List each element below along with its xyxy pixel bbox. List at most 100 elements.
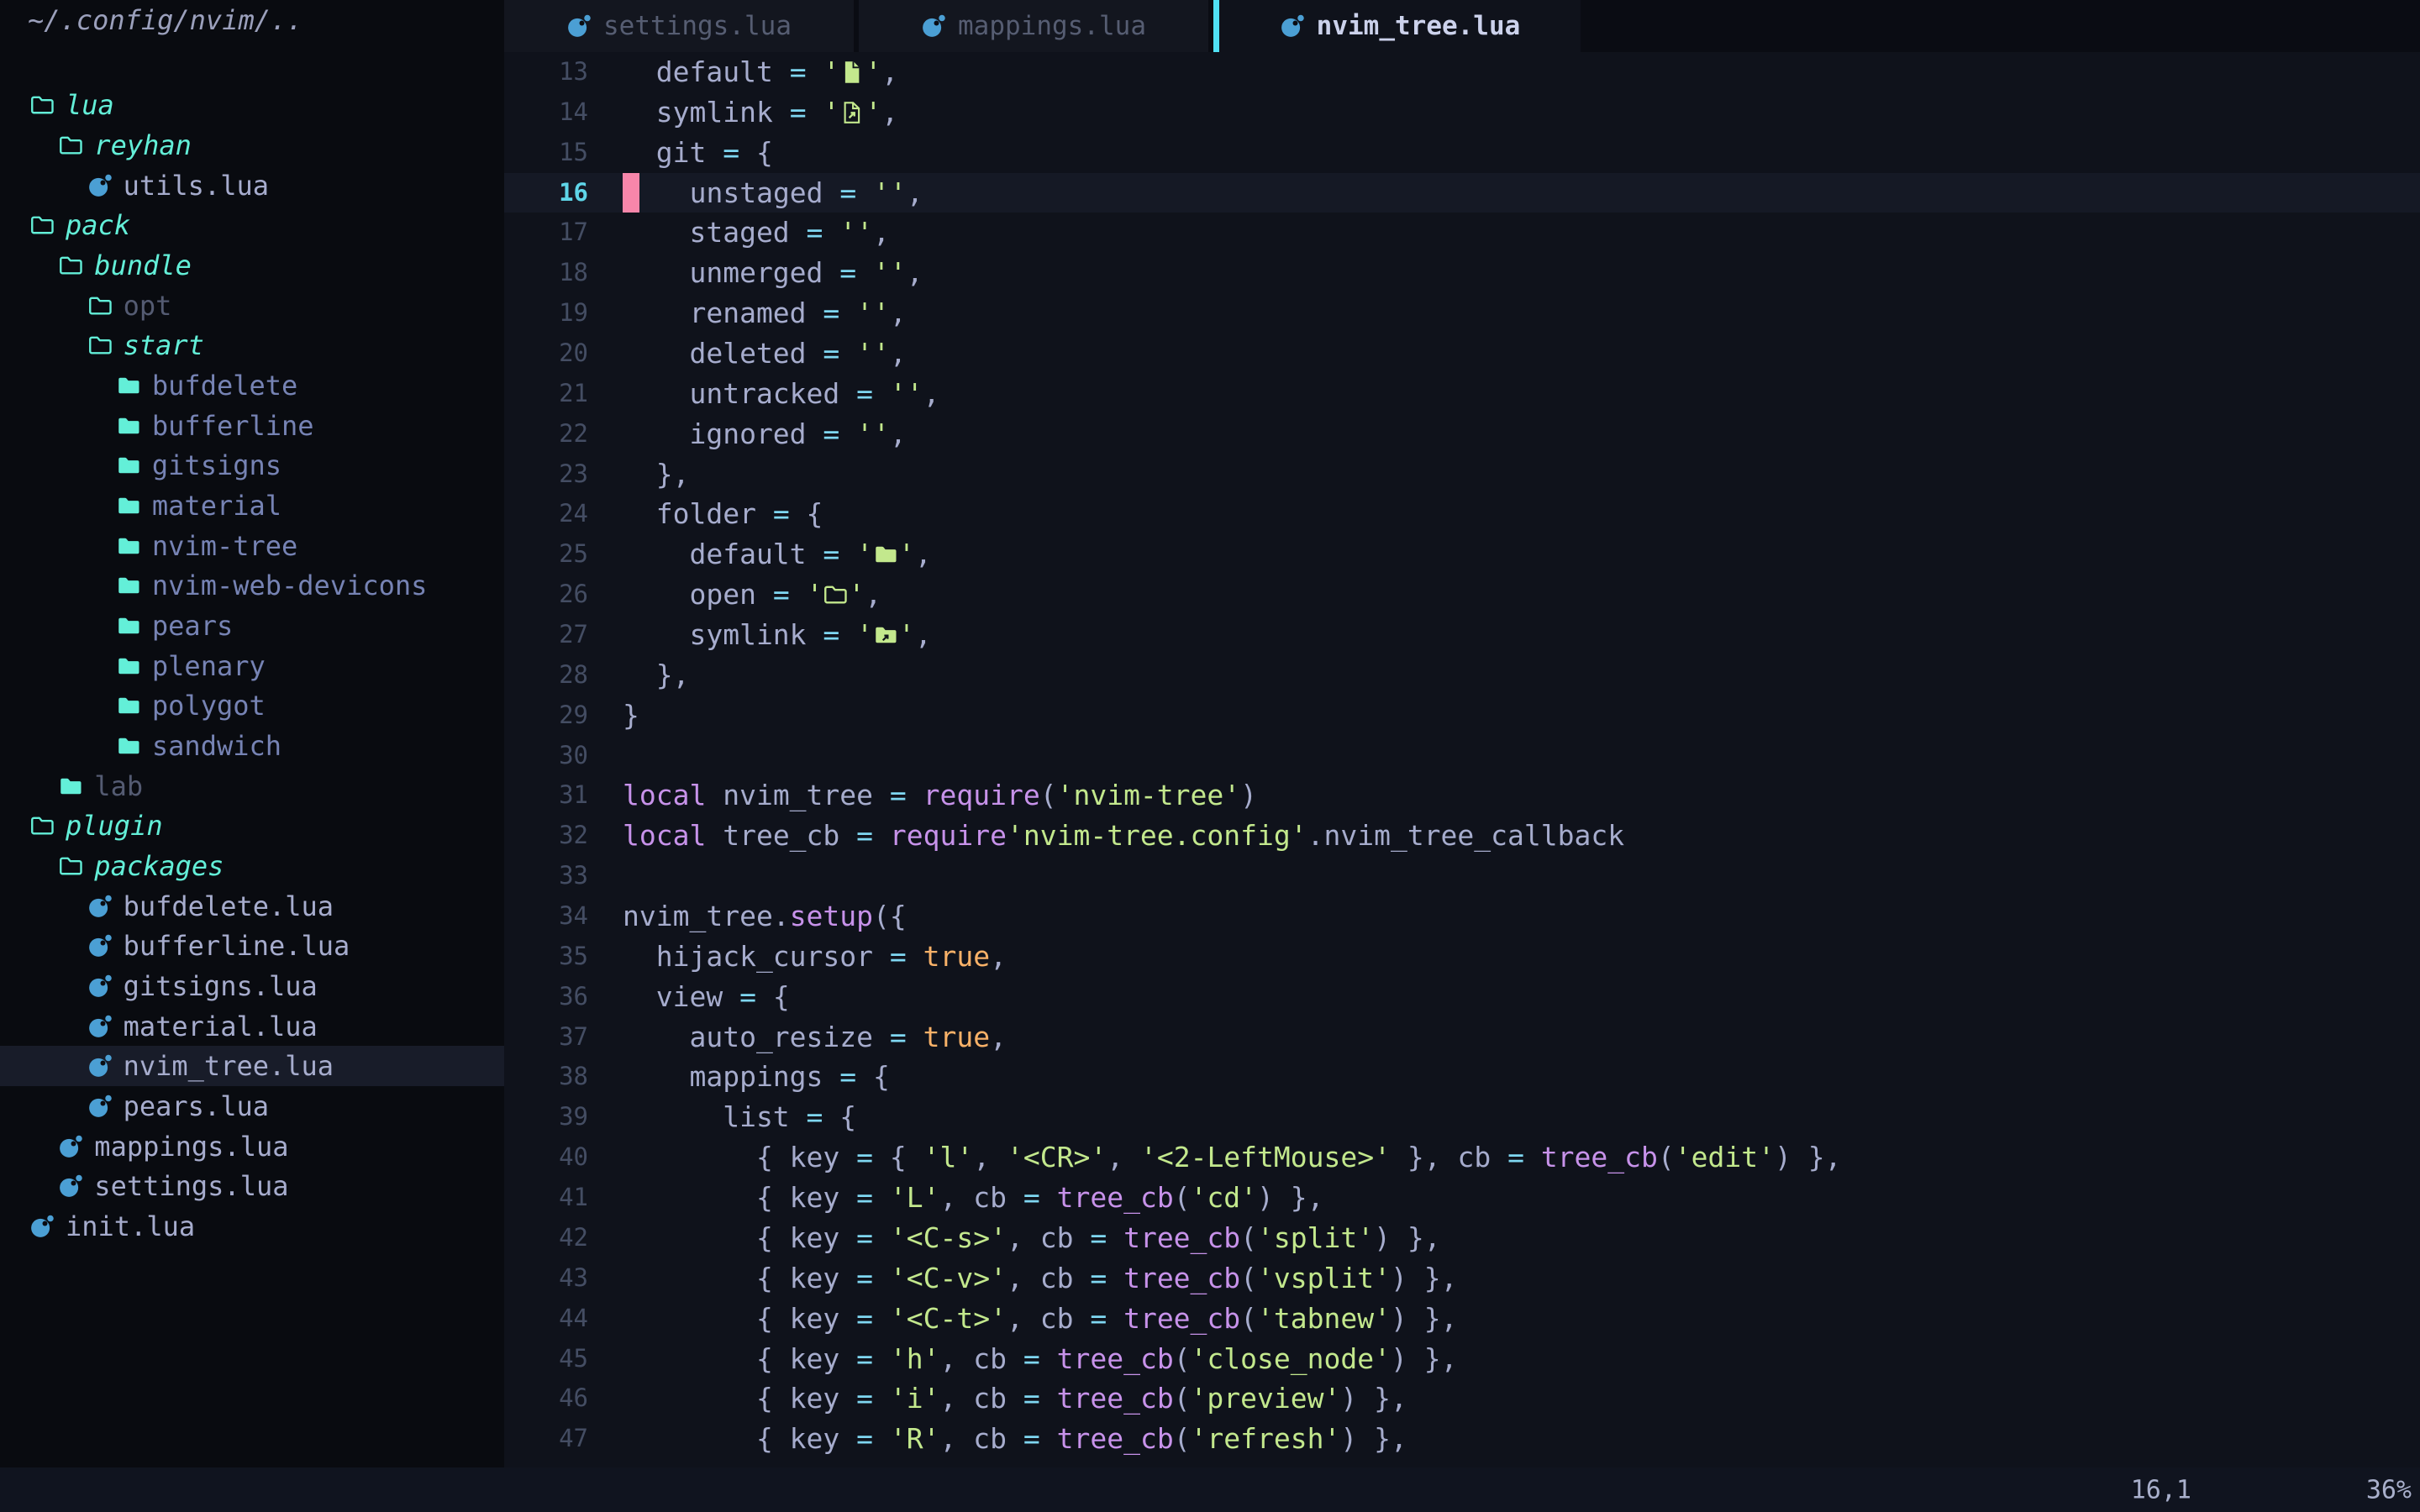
code-line-24[interactable]: 24 folder = { <box>504 494 2420 534</box>
code-line-13[interactable]: 13 default = '', <box>504 52 2420 92</box>
code-line-47[interactable]: 47 { key = 'R', cb = tree_cb('refresh') … <box>504 1419 2420 1459</box>
line-number: 18 <box>504 253 588 293</box>
line-number: 22 <box>504 414 588 454</box>
code-line-40[interactable]: 40 { key = { 'l', '<CR>', '<2-LeftMouse>… <box>504 1137 2420 1178</box>
editor-buffer: 13 default = '',14 symlink = '',15 git =… <box>504 52 2420 1467</box>
code-line-20[interactable]: 20 deleted = '', <box>504 333 2420 374</box>
code-line-37[interactable]: 37 auto_resize = true, <box>504 1017 2420 1058</box>
code-line-15[interactable]: 15 git = { <box>504 133 2420 173</box>
code-line-25[interactable]: 25 default = '', <box>504 534 2420 575</box>
code-line-48[interactable]: 48 { key = 'c', cb = tree_cb('create') }… <box>504 1459 2420 1467</box>
code-line-43[interactable]: 43 { key = '<C-v>', cb = tree_cb('vsplit… <box>504 1258 2420 1299</box>
code-line-42[interactable]: 42 { key = '<C-s>', cb = tree_cb('split'… <box>504 1218 2420 1258</box>
tree-item-plenary[interactable]: plenary <box>0 646 504 686</box>
tree-item-gitsigns.lua[interactable]: gitsigns.lua <box>0 966 504 1006</box>
tree-item-bufferline.lua[interactable]: bufferline.lua <box>0 926 504 966</box>
line-number: 13 <box>504 52 588 92</box>
tree-item-pears[interactable]: pears <box>0 606 504 646</box>
tree-item-opt[interactable]: opt <box>0 286 504 326</box>
code-line-41[interactable]: 41 { key = 'L', cb = tree_cb('cd') }, <box>504 1178 2420 1218</box>
folder-open-icon <box>87 333 113 358</box>
code-line-39[interactable]: 39 list = { <box>504 1097 2420 1137</box>
tab-settings.lua[interactable]: settings.lua <box>504 0 854 52</box>
tree-item-nvim-tree[interactable]: nvim-tree <box>0 526 504 566</box>
code-text: default = '', <box>623 52 898 92</box>
tree-item-nvim-web-devicons[interactable]: nvim-web-devicons <box>0 566 504 606</box>
code-line-46[interactable]: 46 { key = 'i', cb = tree_cb('preview') … <box>504 1378 2420 1419</box>
tree-item-nvim_tree.lua[interactable]: nvim_tree.lua <box>0 1046 504 1086</box>
line-number: 14 <box>504 92 588 133</box>
code-text: local nvim_tree = require('nvim-tree') <box>623 775 1257 816</box>
code-line-23[interactable]: 23 }, <box>504 454 2420 495</box>
code-line-18[interactable]: 18 unmerged = '', <box>504 253 2420 293</box>
code-line-38[interactable]: 38 mappings = { <box>504 1057 2420 1097</box>
folder-icon <box>116 373 141 398</box>
tree-item-bufferline[interactable]: bufferline <box>0 406 504 446</box>
tree-item-mappings.lua[interactable]: mappings.lua <box>0 1126 504 1167</box>
code-text: hijack_cursor = true, <box>623 937 1007 977</box>
tree-item-lua[interactable]: lua <box>0 86 504 126</box>
tree-item-polygot[interactable]: polygot <box>0 686 504 727</box>
code-text: { key = 'c', cb = tree_cb('create') }, <box>623 1459 1391 1467</box>
code-text: open = '', <box>623 575 881 615</box>
tree-item-plugin[interactable]: plugin <box>0 806 504 846</box>
code-line-35[interactable]: 35 hijack_cursor = true, <box>504 937 2420 977</box>
code-line-34[interactable]: 34nvim_tree.setup({ <box>504 896 2420 937</box>
code-line-26[interactable]: 26 open = '', <box>504 575 2420 615</box>
tree-item-material.lua[interactable]: material.lua <box>0 1006 504 1047</box>
scroll-percent: 36% <box>2366 1475 2412 1504</box>
tree-item-gitsigns[interactable]: gitsigns <box>0 446 504 486</box>
code-line-14[interactable]: 14 symlink = '', <box>504 92 2420 133</box>
code-line-28[interactable]: 28 }, <box>504 655 2420 696</box>
code-line-36[interactable]: 36 view = { <box>504 977 2420 1017</box>
tab-mappings.lua[interactable]: mappings.lua <box>859 0 1208 52</box>
code-line-21[interactable]: 21 untracked = '', <box>504 374 2420 414</box>
tree-item-reyhan[interactable]: reyhan <box>0 125 504 165</box>
code-line-44[interactable]: 44 { key = '<C-t>', cb = tree_cb('tabnew… <box>504 1299 2420 1339</box>
code-line-32[interactable]: 32local tree_cb = require'nvim-tree.conf… <box>504 816 2420 856</box>
code-text: symlink = '', <box>623 615 932 655</box>
tree-item-packages[interactable]: packages <box>0 846 504 886</box>
tab-nvim_tree.lua[interactable]: nvim_tree.lua <box>1219 0 1581 52</box>
code-text: view = { <box>623 977 790 1017</box>
tree-item-label: material.lua <box>124 1011 318 1042</box>
tree-item-label: pears.lua <box>124 1090 269 1122</box>
code-text: { key = 'L', cb = tree_cb('cd') }, <box>623 1178 1324 1218</box>
tree-item-bundle[interactable]: bundle <box>0 245 504 286</box>
lua-icon <box>1280 13 1305 39</box>
code-line-17[interactable]: 17 staged = '', <box>504 213 2420 253</box>
tab-label: nvim_tree.lua <box>1317 11 1521 41</box>
tree-item-pears.lua[interactable]: pears.lua <box>0 1086 504 1126</box>
tree-item-pack[interactable]: pack <box>0 206 504 246</box>
tree-item-label: plenary <box>152 650 266 682</box>
code-line-29[interactable]: 29} <box>504 696 2420 736</box>
lua-file-icon <box>58 1173 83 1199</box>
lua-file-icon <box>29 1214 55 1239</box>
code-line-45[interactable]: 45 { key = 'h', cb = tree_cb('close_node… <box>504 1339 2420 1379</box>
code-line-19[interactable]: 19 renamed = '', <box>504 293 2420 333</box>
line-number: 32 <box>504 816 588 856</box>
tree-item-init.lua[interactable]: init.lua <box>0 1206 504 1247</box>
tree-root-path[interactable]: ~/.config/nvim/.. <box>0 0 504 40</box>
tree-item-start[interactable]: start <box>0 326 504 366</box>
tree-item-lab[interactable]: lab <box>0 766 504 806</box>
line-number: 47 <box>504 1419 588 1459</box>
code-line-33[interactable]: 33 <box>504 856 2420 896</box>
code-line-30[interactable]: 30 <box>504 736 2420 776</box>
tree-item-sandwich[interactable]: sandwich <box>0 726 504 766</box>
code-line-31[interactable]: 31local nvim_tree = require('nvim-tree') <box>504 775 2420 816</box>
tree-item-label: bufferline.lua <box>124 930 350 962</box>
line-number: 45 <box>504 1339 588 1379</box>
tree-item-settings.lua[interactable]: settings.lua <box>0 1166 504 1206</box>
code-line-16[interactable]: 16 unstaged = '', <box>504 173 2420 213</box>
code-line-22[interactable]: 22 ignored = '', <box>504 414 2420 454</box>
folder-symlink-icon <box>873 622 898 648</box>
tree-item-bufdelete[interactable]: bufdelete <box>0 365 504 406</box>
code-text: staged = '', <box>623 213 890 253</box>
tree-item-utils.lua[interactable]: utils.lua <box>0 165 504 206</box>
code-line-27[interactable]: 27 symlink = '', <box>504 615 2420 655</box>
tree-item-label: nvim_tree.lua <box>124 1050 334 1082</box>
tabline: settings.luamappings.lua nvim_tree.lua <box>504 0 2420 52</box>
tree-item-material[interactable]: material <box>0 486 504 526</box>
tree-item-bufdelete.lua[interactable]: bufdelete.lua <box>0 886 504 927</box>
